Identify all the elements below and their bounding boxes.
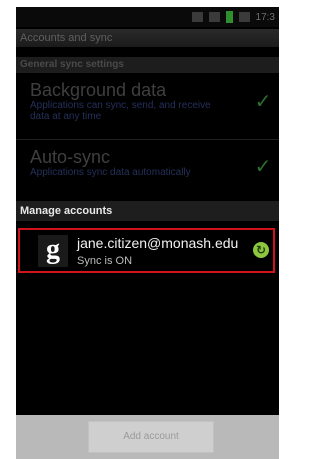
- setting-title: Auto-sync: [30, 147, 111, 167]
- bottom-bar: Add account: [16, 415, 279, 459]
- divider: [16, 139, 279, 140]
- notification-icon: [191, 12, 203, 22]
- signal-icon: [238, 12, 250, 22]
- setting-auto-sync[interactable]: Auto-sync Applications sync data automat…: [16, 147, 279, 178]
- setting-background-data[interactable]: Background data Applications can sync, s…: [16, 80, 279, 122]
- setting-description: Applications can sync, send, and receive…: [30, 100, 211, 122]
- google-logo-icon: g: [38, 235, 68, 267]
- section-header-general: General sync settings: [16, 57, 279, 73]
- account-item[interactable]: g jane.citizen@monash.edu Sync is ON ↻: [18, 228, 275, 273]
- battery-icon: [225, 11, 233, 23]
- sync-icon: ↻: [253, 242, 269, 258]
- phone-screen: 17:3 Accounts and sync General sync sett…: [16, 7, 279, 459]
- wifi-icon: [208, 12, 220, 22]
- checkbox-background-data[interactable]: ✓: [253, 92, 273, 112]
- account-sync-status: Sync is ON: [77, 255, 133, 267]
- add-account-button[interactable]: Add account: [88, 421, 214, 453]
- status-bar: 17:3: [16, 7, 279, 27]
- section-header-manage-accounts: Manage accounts: [16, 201, 279, 221]
- account-email: jane.citizen@monash.edu: [77, 235, 239, 251]
- checkbox-auto-sync[interactable]: ✓: [253, 157, 273, 177]
- setting-description: Applications sync data automatically: [30, 167, 191, 178]
- screen-title: Accounts and sync: [16, 29, 279, 47]
- setting-title: Background data: [30, 80, 167, 100]
- status-time: 17:3: [255, 11, 275, 23]
